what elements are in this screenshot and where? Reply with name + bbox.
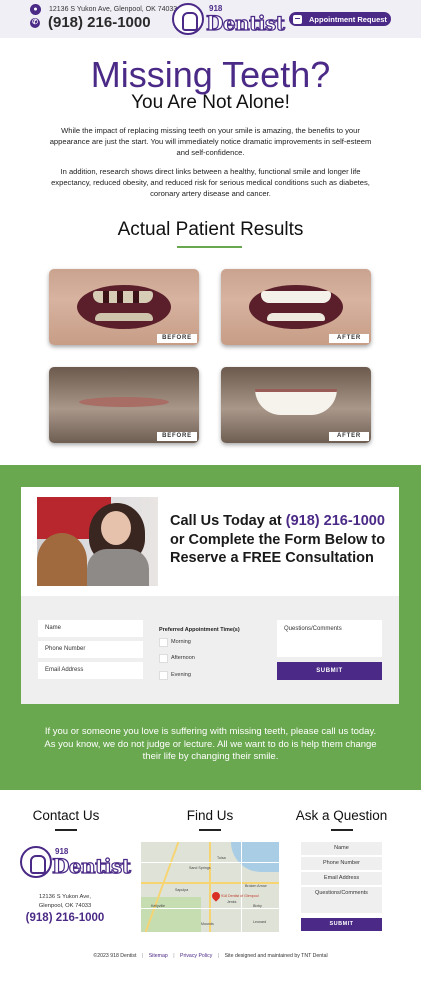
before-label: BEFORE xyxy=(157,432,197,441)
dentist-photo xyxy=(37,497,158,586)
site-logo[interactable]: 918 Dentist xyxy=(172,3,286,36)
appointment-request-button[interactable]: Appointment Request xyxy=(289,12,391,26)
ask-name-field[interactable]: Name xyxy=(301,842,382,855)
map-label: Leonard xyxy=(253,920,267,924)
map-label: Sand Springs xyxy=(189,866,211,870)
map-water xyxy=(231,842,279,872)
map-label: Kellyville xyxy=(151,904,165,908)
footer-address: 12136 S Yukon Ave, Glenpool, OK 74033 xyxy=(20,893,110,910)
copyright-bar: ©2023 918 Dentist | Sitemap | Privacy Po… xyxy=(93,953,328,959)
morning-checkbox[interactable] xyxy=(159,638,168,647)
contact-divider xyxy=(55,829,77,831)
ask-comments-field[interactable]: Questions/Comments xyxy=(301,887,382,913)
map-road xyxy=(209,842,211,932)
ask-heading: Ask a Question xyxy=(295,808,388,823)
credit-text: Site designed and maintained by TNT Dent… xyxy=(224,953,328,959)
after-label: AFTER xyxy=(329,432,369,441)
footer-address-line2: Glenpool, OK 74033 xyxy=(38,902,92,909)
phone-field[interactable]: Phone Number xyxy=(38,641,143,658)
afternoon-checkbox[interactable] xyxy=(159,654,168,663)
copyright-text: ©2023 918 Dentist xyxy=(93,953,137,959)
footer-logo[interactable]: 918 Dentist xyxy=(20,846,132,879)
map-pin-icon[interactable] xyxy=(210,890,222,902)
calendar-icon xyxy=(293,14,302,24)
comments-field[interactable]: Questions/Comments xyxy=(277,620,382,657)
heading-divider xyxy=(177,246,242,248)
results-heading: Actual Patient Results xyxy=(117,219,304,240)
cta-line2: or Complete the Form Below to xyxy=(170,531,386,548)
name-field[interactable]: Name xyxy=(38,620,143,637)
map-label: Broken Arrow xyxy=(245,884,267,888)
support-paragraph: If you or someone you love is suffering … xyxy=(44,726,377,762)
intro-paragraph-2: In addition, research shows direct links… xyxy=(51,167,370,198)
morning-label: Morning xyxy=(171,639,191,645)
after-label: AFTER xyxy=(329,334,369,343)
find-divider xyxy=(199,829,221,831)
page-subtitle: You Are Not Alone! xyxy=(131,92,290,113)
map-road xyxy=(141,908,279,909)
map-road xyxy=(241,842,242,932)
contact-heading: Contact Us xyxy=(32,808,100,823)
page-title: Missing Teeth? xyxy=(90,54,331,95)
header-address-text: 12136 S Yukon Ave, Glenpool, OK 74033 xyxy=(49,6,178,13)
afternoon-label: Afternoon xyxy=(171,655,195,661)
sitemap-link[interactable]: Sitemap xyxy=(149,953,168,959)
map-road xyxy=(141,862,279,863)
site-header: ● 12136 S Yukon Ave, Glenpool, OK 74033 … xyxy=(0,0,421,38)
ask-email-field[interactable]: Email Address xyxy=(301,872,382,885)
evening-checkbox[interactable] xyxy=(159,671,168,680)
map-label: 918 Dentist of Glenpool xyxy=(221,894,259,898)
before-photo-2: BEFORE xyxy=(49,367,199,443)
find-heading: Find Us xyxy=(186,808,234,823)
submit-button[interactable]: SUBMIT xyxy=(277,662,382,680)
appointment-request-label: Appointment Request xyxy=(309,14,387,24)
tooth-logo-icon xyxy=(172,3,204,35)
map-label: Tulsa xyxy=(217,856,226,860)
header-phone-text: (918) 216-1000 xyxy=(48,14,151,31)
ask-divider xyxy=(331,829,353,831)
cta-line1-text: Call Us Today at xyxy=(170,513,286,529)
evening-label: Evening xyxy=(171,672,191,678)
preferred-time-label: Preferred Appointment Time(s) xyxy=(159,627,240,633)
logo-word: Dentist xyxy=(205,10,285,35)
location-map[interactable]: Tulsa Sand Springs Broken Arrow Sapulpa … xyxy=(141,842,279,932)
cta-line3: Reserve a FREE Consultation xyxy=(170,550,374,566)
header-phone[interactable]: ✆ (918) 216-1000 xyxy=(30,14,151,31)
logo-word: Dentist xyxy=(51,853,131,878)
intro-paragraph-1: While the impact of replacing missing te… xyxy=(49,126,372,157)
map-label: Sapulpa xyxy=(175,888,189,892)
map-label: Mounds xyxy=(201,922,214,926)
cta-heading: Call Us Today at (918) 216-1000 or Compl… xyxy=(170,512,390,568)
cta-phone-link[interactable]: (918) 216-1000 xyxy=(286,513,385,529)
phone-icon: ✆ xyxy=(30,17,40,28)
tooth-logo-icon xyxy=(20,846,52,878)
map-label: Bixby xyxy=(253,904,262,908)
email-field[interactable]: Email Address xyxy=(38,662,143,679)
after-photo-2: AFTER xyxy=(221,367,371,443)
footer-phone[interactable]: (918) 216-1000 xyxy=(20,912,110,924)
map-label: Jenks xyxy=(227,900,237,904)
before-label: BEFORE xyxy=(157,334,197,343)
ask-submit-button[interactable]: SUBMIT xyxy=(301,918,382,931)
footer-address-line1: 12136 S Yukon Ave, xyxy=(38,894,91,900)
privacy-policy-link[interactable]: Privacy Policy xyxy=(180,953,212,959)
after-photo-1: AFTER xyxy=(221,269,371,345)
ask-phone-field[interactable]: Phone Number xyxy=(301,857,382,870)
before-photo-1: BEFORE xyxy=(49,269,199,345)
